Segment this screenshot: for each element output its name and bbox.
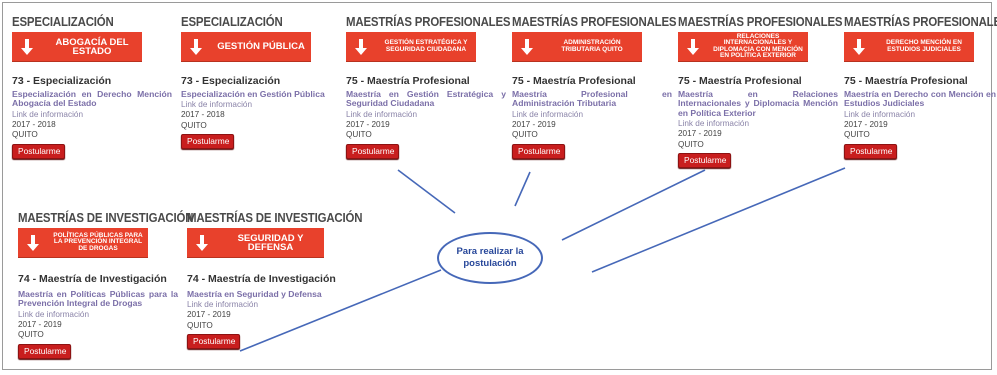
- program-years: 2017 - 2019: [678, 129, 722, 139]
- program-banner[interactable]: RELACIONES INTERNACIONALES Y DIPLOMACIA …: [678, 32, 808, 61]
- category-heading: ESPECIALIZACIÓN: [12, 14, 114, 29]
- callout-text: Para realizar la postulación: [456, 246, 524, 269]
- program-card-derecho: MAESTRÍAS PROFESIONALES DERECHO MENCIÓN …: [844, 14, 997, 159]
- banner-text: GESTIÓN ESTRATÉGICA Y SEGURIDAD CIUDADAN…: [384, 39, 468, 53]
- program-description[interactable]: Maestría en Políticas Públicas para la P…: [18, 289, 178, 309]
- program-banner[interactable]: DERECHO MENCIÓN EN ESTUDIOS JUDICIALES: [844, 32, 974, 61]
- program-type: 74 - Maestría de Investigación: [18, 273, 167, 285]
- program-type: 75 - Maestría Profesional: [512, 75, 636, 87]
- program-description[interactable]: Especialización en Gestión Pública: [181, 89, 341, 99]
- apply-button[interactable]: Postularme: [678, 153, 732, 169]
- category-heading: MAESTRÍAS PROFESIONALES: [678, 14, 843, 29]
- arrow-down-icon: [187, 228, 217, 257]
- program-city: QUITO: [181, 120, 207, 130]
- program-type: 75 - Maestría Profesional: [346, 75, 470, 87]
- apply-button[interactable]: Postularme: [12, 143, 66, 159]
- program-description[interactable]: Especialización en Derecho Mención Aboga…: [12, 89, 172, 109]
- info-link[interactable]: Link de información: [187, 300, 347, 310]
- program-card-tributaria: MAESTRÍAS PROFESIONALES ADMINISTRACIÓN T…: [512, 14, 677, 159]
- category-heading: MAESTRÍAS DE INVESTIGACIÓN: [18, 210, 194, 225]
- banner-text: POLÍTICAS PÚBLICAS PARA LA PREVENCIÓN IN…: [53, 231, 143, 252]
- callout-oval: Para realizar la postulación: [437, 232, 543, 284]
- program-city: QUITO: [844, 130, 870, 140]
- program-banner[interactable]: POLÍTICAS PÚBLICAS PARA LA PREVENCIÓN IN…: [18, 228, 148, 257]
- info-link[interactable]: Link de información: [18, 310, 178, 320]
- program-city: QUITO: [512, 130, 538, 140]
- program-banner[interactable]: ABOGACÍA DEL ESTADO: [12, 32, 142, 61]
- info-link[interactable]: Link de información: [678, 119, 838, 129]
- program-card-drogas: MAESTRÍAS DE INVESTIGACIÓN POLÍTICAS PÚB…: [18, 210, 194, 359]
- program-banner[interactable]: GESTIÓN ESTRATÉGICA Y SEGURIDAD CIUDADAN…: [346, 32, 476, 61]
- info-link[interactable]: Link de información: [346, 110, 506, 120]
- program-years: 2017 - 2019: [844, 119, 888, 129]
- program-banner[interactable]: ADMINISTRACIÓN TRIBUTARIA QUITO: [512, 32, 642, 61]
- program-city: QUITO: [678, 139, 704, 149]
- info-link[interactable]: Link de información: [181, 100, 341, 110]
- apply-button[interactable]: Postularme: [844, 143, 898, 159]
- program-card-relaciones: MAESTRÍAS PROFESIONALES RELACIONES INTER…: [678, 14, 843, 169]
- arrow-down-icon: [844, 32, 874, 61]
- banner-text: ADMINISTRACIÓN TRIBUTARIA QUITO: [561, 39, 623, 53]
- program-city: QUITO: [187, 320, 213, 330]
- banner-text: DERECHO MENCIÓN EN ESTUDIOS JUDICIALES: [886, 39, 962, 53]
- program-description[interactable]: Maestría en Derecho con Mención en Estud…: [844, 89, 996, 109]
- program-type: 73 - Especialización: [12, 75, 112, 87]
- arrow-down-icon: [678, 32, 708, 61]
- program-type: 75 - Maestría Profesional: [678, 75, 802, 87]
- program-banner[interactable]: GESTIÓN PÚBLICA: [181, 32, 311, 61]
- program-years: 2017 - 2019: [346, 119, 390, 129]
- program-card-abogacia: ESPECIALIZACIÓN ABOGACÍA DEL ESTADO 73 -…: [12, 14, 172, 159]
- program-city: QUITO: [18, 330, 44, 340]
- arrow-down-icon: [18, 228, 48, 257]
- category-heading: ESPECIALIZACIÓN: [181, 14, 283, 29]
- banner-text: ABOGACÍA DEL ESTADO: [55, 36, 129, 57]
- apply-button[interactable]: Postularme: [346, 143, 400, 159]
- banner-text: GESTIÓN PÚBLICA: [217, 41, 305, 52]
- info-link[interactable]: Link de información: [844, 110, 996, 120]
- program-years: 2017 - 2019: [18, 319, 62, 329]
- program-description[interactable]: Maestría en Gestión Estratégica y Seguri…: [346, 89, 506, 109]
- program-description[interactable]: Maestría Profesional en Administración T…: [512, 89, 672, 109]
- program-banner[interactable]: SEGURIDAD Y DEFENSA: [187, 228, 324, 257]
- program-city: QUITO: [346, 130, 372, 140]
- program-card-gestion-estrategica: MAESTRÍAS PROFESIONALES GESTIÓN ESTRATÉG…: [346, 14, 511, 159]
- apply-button[interactable]: Postularme: [181, 134, 235, 150]
- program-description[interactable]: Maestría en Relaciones Internacionales y…: [678, 89, 838, 118]
- program-city: QUITO: [12, 130, 38, 140]
- arrow-down-icon: [346, 32, 376, 61]
- arrow-down-icon: [12, 32, 42, 61]
- program-card-gestion-publica: ESPECIALIZACIÓN GESTIÓN PÚBLICA 73 - Esp…: [181, 14, 341, 150]
- category-heading: MAESTRÍAS PROFESIONALES: [346, 14, 511, 29]
- program-type: 73 - Especialización: [181, 75, 281, 87]
- info-link[interactable]: Link de información: [512, 110, 672, 120]
- program-description[interactable]: Maestría en Seguridad y Defensa: [187, 289, 347, 299]
- program-years: 2017 - 2019: [187, 310, 231, 320]
- banner-text: SEGURIDAD Y DEFENSA: [237, 232, 304, 253]
- category-heading: MAESTRÍAS DE INVESTIGACIÓN: [187, 210, 363, 225]
- program-years: 2017 - 2019: [512, 119, 556, 129]
- info-link[interactable]: Link de información: [12, 110, 172, 120]
- arrow-down-icon: [181, 32, 211, 61]
- program-card-seguridad-defensa: MAESTRÍAS DE INVESTIGACIÓN SEGURIDAD Y D…: [187, 210, 363, 350]
- program-type: 74 - Maestría de Investigación: [187, 273, 336, 285]
- program-years: 2017 - 2018: [12, 119, 56, 129]
- apply-button[interactable]: Postularme: [512, 143, 566, 159]
- program-type: 75 - Maestría Profesional: [844, 75, 968, 87]
- arrow-down-icon: [512, 32, 542, 61]
- apply-button[interactable]: Postularme: [18, 343, 72, 359]
- apply-button[interactable]: Postularme: [187, 334, 241, 350]
- program-years: 2017 - 2018: [181, 110, 225, 120]
- category-heading: MAESTRÍAS PROFESIONALES: [844, 14, 997, 29]
- category-heading: MAESTRÍAS PROFESIONALES: [512, 14, 677, 29]
- banner-text: RELACIONES INTERNACIONALES Y DIPLOMACIA …: [713, 32, 803, 59]
